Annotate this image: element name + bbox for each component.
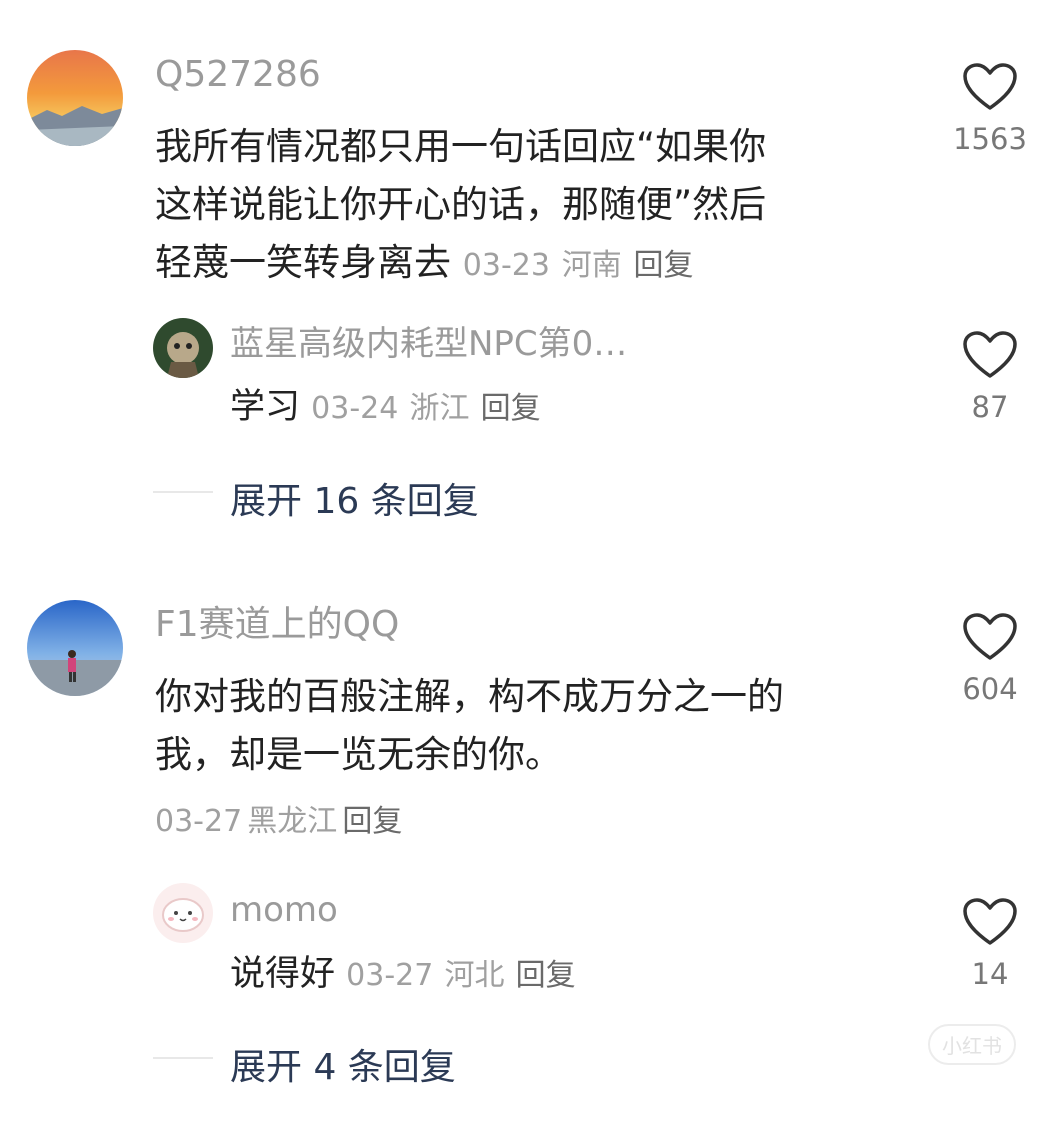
comment-location: 河南 (561, 248, 622, 283)
comment-date: 03-23 (462, 248, 550, 283)
reply-username[interactable]: momo (230, 893, 338, 927)
comment-text-line-end: 轻蔑一笑转身离去 (155, 241, 451, 284)
comment-text: 我所有情况都只用一句话回应“如果你 这样说能让你开心的话，那随便”然后 轻蔑一笑… (155, 118, 915, 295)
heart-outline-icon[interactable] (962, 897, 1018, 947)
expand-replies-button[interactable]: 展开 16 条回复 (230, 472, 479, 524)
reply-button[interactable]: 回复 (633, 248, 693, 283)
heart-outline-icon[interactable] (962, 330, 1018, 380)
avatar[interactable] (153, 883, 213, 943)
comment-meta-row: 03-27 黑龙江 回复 (155, 796, 402, 840)
reply-date: 03-27 (346, 958, 434, 993)
reply-location: 河北 (444, 958, 505, 993)
like-count: 14 (971, 957, 1009, 991)
expand-divider (153, 491, 213, 493)
reply-text-row: 说得好 03-27 河北 回复 (230, 957, 576, 992)
expand-divider (153, 1057, 213, 1059)
avatar[interactable] (27, 600, 123, 696)
like-button[interactable]: 604 (945, 612, 1035, 706)
comment-username[interactable]: F1赛道上的QQ (155, 607, 399, 643)
like-count: 604 (962, 672, 1018, 706)
watermark-logo: 小红书 (928, 1024, 1016, 1065)
comment-text-line: 我所有情况都只用一句话回应“如果你 (155, 125, 767, 168)
like-count: 1563 (953, 122, 1027, 156)
expand-replies-button[interactable]: 展开 4 条回复 (230, 1038, 456, 1090)
comment-text-line: 轻蔑一笑转身离去 03-23 河南 回复 (155, 234, 915, 295)
avatar[interactable] (27, 50, 123, 146)
like-button[interactable]: 14 (945, 897, 1035, 991)
reply-date: 03-24 (311, 391, 399, 426)
reply-text: 学习 (230, 387, 301, 427)
comment-text-line: 你对我的百般注解，构不成万分之一的 (155, 675, 784, 718)
like-count: 87 (971, 390, 1009, 424)
comment-text: 你对我的百般注解，构不成万分之一的 我，却是一览无余的你。 (155, 668, 915, 784)
reply-button[interactable]: 回复 (481, 391, 541, 426)
reply-text: 说得好 (230, 954, 336, 994)
heart-outline-icon[interactable] (962, 612, 1018, 662)
comment-text-line: 我，却是一览无余的你。 (155, 733, 562, 776)
reply-username[interactable]: 蓝星高级内耗型NPC第0… (230, 327, 627, 361)
heart-outline-icon[interactable] (962, 62, 1018, 112)
avatar[interactable] (153, 318, 213, 378)
comment-date: 03-27 (155, 804, 243, 839)
reply-button[interactable]: 回复 (516, 958, 576, 993)
comment-username[interactable]: Q527286 (155, 57, 321, 93)
comment-location: 黑龙江 (247, 804, 338, 839)
like-button[interactable]: 1563 (945, 62, 1035, 156)
reply-text-row: 学习 03-24 浙江 回复 (230, 390, 541, 425)
like-button[interactable]: 87 (945, 330, 1035, 424)
reply-button[interactable]: 回复 (342, 804, 402, 839)
comment-text-line: 这样说能让你开心的话，那随便”然后 (155, 183, 767, 226)
reply-location: 浙江 (409, 391, 470, 426)
